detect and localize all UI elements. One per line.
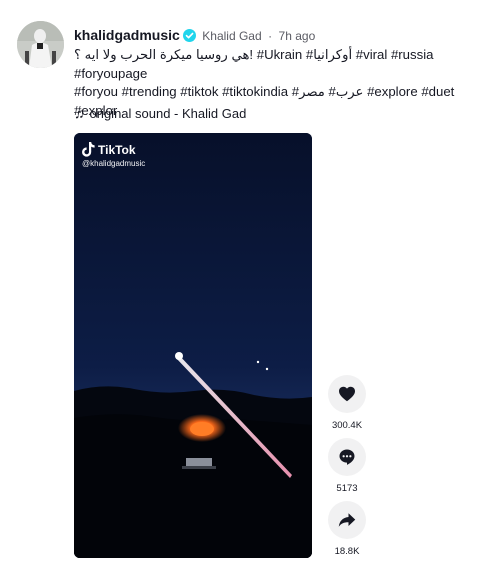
caption-arabic-text: هي روسيا ميكرة الحرب ولا ايه ؟	[74, 47, 250, 62]
avatar[interactable]	[17, 21, 64, 68]
like-button[interactable]	[328, 375, 366, 413]
post-time: 7h ago	[278, 29, 316, 43]
nickname: Khalid Gad	[202, 29, 262, 43]
comment-action: 5173	[328, 438, 366, 494]
comment-count: 5173	[336, 483, 358, 494]
share-button[interactable]	[328, 501, 366, 539]
video-player[interactable]: TikTok @khalidgadmusic	[74, 133, 312, 558]
tiktok-post: khalidgadmusic Khalid Gad · 7h ago هي رو…	[0, 0, 492, 563]
comment-bubble-icon	[339, 449, 355, 465]
music-note-icon: ♫	[74, 105, 85, 121]
sound-title: original sound - Khalid Gad	[89, 105, 247, 121]
comment-button[interactable]	[328, 438, 366, 476]
watermark-title: TikTok	[98, 142, 136, 157]
share-count: 18.8K	[334, 546, 360, 557]
share-arrow-icon	[338, 513, 356, 527]
post-header: khalidgadmusic Khalid Gad · 7h ago	[74, 27, 474, 47]
share-action: 18.8K	[328, 501, 366, 557]
tiktok-watermark: TikTok @khalidgadmusic	[82, 142, 145, 168]
like-action: 300.4K	[328, 375, 366, 431]
avatar-image	[17, 21, 64, 68]
sound-link[interactable]: ♫ original sound - Khalid Gad	[74, 105, 246, 121]
heart-icon	[339, 386, 355, 402]
username-link[interactable]: khalidgadmusic	[74, 27, 180, 43]
tiktok-logo-icon	[82, 142, 95, 157]
watermark-handle: @khalidgadmusic	[82, 159, 146, 168]
video-frame	[74, 133, 312, 558]
caption-line-2[interactable]: #foryou #trending #tiktok #tiktokindia #…	[74, 83, 474, 102]
verified-badge-icon	[182, 29, 196, 47]
like-count: 300.4K	[331, 420, 363, 431]
separator: ·	[268, 29, 273, 43]
caption-line-1: هي روسيا ميكرة الحرب ولا ايه ؟! #Ukrain …	[74, 46, 474, 83]
